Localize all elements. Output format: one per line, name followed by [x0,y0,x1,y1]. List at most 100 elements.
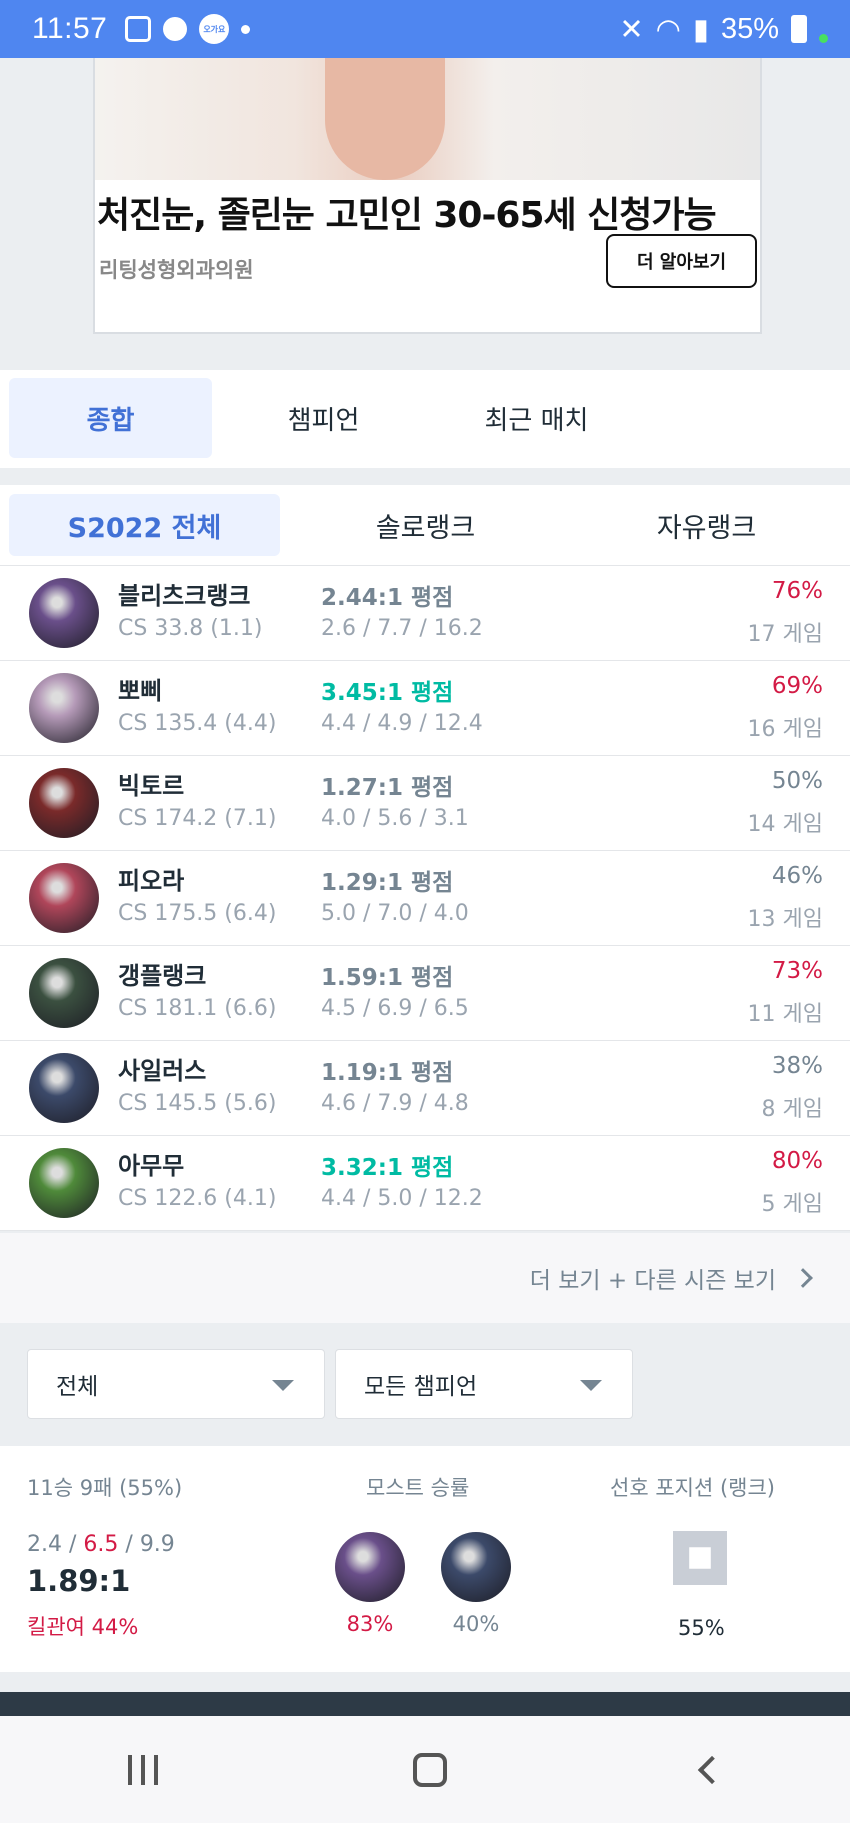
status-bar: 11:57 오가요 ✕ ◠ ▮ 35% [0,0,850,58]
phone-icon [163,17,188,41]
most-champion-avatar[interactable] [441,1532,511,1602]
champion-avatar [29,673,99,743]
home-icon[interactable] [412,1752,447,1787]
champion-games: 14 게임 [747,812,823,837]
tab-overview[interactable]: 종합 [9,378,212,458]
champion-avatar [29,1053,99,1123]
champion-games: 17 게임 [747,622,823,647]
champion-avatar [29,578,99,648]
ad-banner[interactable]: 처진눈, 졸린눈 고민인 30-65세 신청가능 리팅성형외과의원 더 알아보기 [93,58,762,334]
most-champion-avatar[interactable] [335,1532,405,1602]
champion-winrate: 69% [771,673,823,699]
champion-games: 13 게임 [747,907,823,932]
champion-stats-list: 블리츠크랭크 CS 33.8 (1.1) 2.44:1 평점 2.6 / 7.7 / … [0,566,850,1231]
signal-icon: ▮ [692,13,709,46]
tab-champions[interactable]: 챔피언 [222,378,425,458]
battery-percent: 35% [720,12,779,45]
champion-kda: 4.6 / 7.9 / 4.8 [321,1091,469,1116]
champion-kda-ratio: 1.19:1 평점 [321,1060,454,1086]
kda-ratio: 1.89:1 [27,1564,131,1598]
system-nav-bar [0,1716,850,1823]
recent-apps-icon[interactable] [127,1754,158,1785]
champion-winrate: 50% [771,768,823,794]
champion-row[interactable]: 블리츠크랭크 CS 33.8 (1.1) 2.44:1 평점 2.6 / 7.7 / … [0,566,850,661]
position-top-icon [673,1531,727,1585]
champion-row[interactable]: 피오라 CS 175.5 (6.4) 1.29:1 평점 5.0 / 7.0 / 4.… [0,851,850,946]
champion-filter-value: 모든 챔피언 [364,1374,478,1400]
mute-icon: ✕ [619,13,644,46]
back-icon[interactable] [698,1755,727,1784]
ad-image [95,58,760,180]
champion-kda: 5.0 / 7.0 / 4.0 [321,901,469,926]
champion-cs: CS 145.5 (5.6) [118,1091,277,1116]
most-champion-winrate: 83% [346,1612,394,1636]
queue-tab-all[interactable]: S2022 전체 [9,494,280,556]
ad-headline: 처진눈, 졸린눈 고민인 30-65세 신청가능 [97,195,717,236]
app-badge-icon: 오가요 [199,14,230,44]
champion-kda: 4.5 / 6.9 / 6.5 [321,996,469,1021]
champion-games: 16 게임 [747,717,823,742]
average-kda: 2.4 / 6.5 / 9.9 [27,1532,175,1557]
champion-winrate: 73% [771,958,823,984]
more-seasons-label: 더 보기 + 다른 시즌 보기 [529,1268,776,1294]
most-champion-winrate: 40% [452,1612,500,1636]
champion-name: 뽀삐 [118,677,163,705]
champion-name: 사일러스 [118,1057,207,1085]
champion-winrate: 80% [771,1148,823,1174]
champion-row[interactable]: 뽀삐 CS 135.4 (4.4) 3.45:1 평점 4.4 / 4.9 / 12.… [0,661,850,756]
champion-games: 5 게임 [761,1192,823,1217]
champion-row[interactable]: 아무무 CS 122.6 (4.1) 3.32:1 평점 4.4 / 5.0 / 12… [0,1136,850,1231]
notification-icons: 오가요 [125,14,251,44]
champion-name: 블리츠크랭크 [118,582,251,610]
bottom-dark-strip [0,1692,850,1716]
champion-filter-select[interactable]: 모든 챔피언 [335,1349,633,1419]
champion-kda: 4.4 / 4.9 / 12.4 [321,711,483,736]
summary-panel: 11승 9패 (55%) 2.4 / 6.5 / 9.9 1.89:1 킬관여 … [0,1446,850,1672]
champion-winrate: 76% [771,578,823,604]
champion-name: 피오라 [118,867,185,895]
champion-kda-ratio: 1.59:1 평점 [321,965,454,991]
champion-row[interactable]: 갱플랭크 CS 181.1 (6.6) 1.59:1 평점 4.5 / 6.9 / 6… [0,946,850,1041]
champion-kda-ratio: 3.45:1 평점 [321,680,454,706]
kill-participation: 킬관여 44% [27,1615,139,1639]
champion-kda-ratio: 3.32:1 평점 [321,1155,454,1181]
dropdown-arrow-icon [272,1380,294,1391]
champion-cs: CS 122.6 (4.1) [118,1186,277,1211]
filter-bar: 전체 모든 챔피언 [0,1323,850,1445]
champion-winrate: 46% [771,863,823,889]
more-seasons-link[interactable]: 더 보기 + 다른 시즌 보기 [0,1233,850,1323]
avg-kills: 2.4 [27,1532,62,1557]
champion-row[interactable]: 사일러스 CS 145.5 (5.6) 1.19:1 평점 4.6 / 7.9 / 4… [0,1041,850,1136]
avg-assists: 9.9 [139,1532,175,1557]
chevron-right-icon [793,1268,813,1288]
queue-filter-value: 전체 [56,1374,99,1400]
dropdown-arrow-icon [580,1380,602,1391]
ad-advertiser: 리팅성형외과의원 [99,258,254,282]
champion-kda: 4.4 / 5.0 / 12.2 [321,1186,483,1211]
position-winrate: 55% [678,1616,725,1640]
champion-cs: CS 174.2 (7.1) [118,806,277,831]
queue-tab-flex[interactable]: 자유랭크 [571,494,842,556]
champion-cs: CS 135.4 (4.4) [118,711,277,736]
win-loss-record: 11승 9패 (55%) [27,1476,183,1500]
champion-games: 8 게임 [761,1097,823,1122]
queue-filter-select[interactable]: 전체 [27,1349,325,1419]
ad-cta-button[interactable]: 더 알아보기 [606,234,757,288]
more-notifications-icon [241,24,251,34]
champion-kda-ratio: 2.44:1 평점 [321,585,454,611]
queue-tab-solo[interactable]: 솔로랭크 [290,494,561,556]
champion-kda: 4.0 / 5.6 / 3.1 [321,806,469,831]
champion-cs: CS 175.5 (6.4) [118,901,277,926]
champion-avatar [29,958,99,1028]
battery-icon [791,15,807,43]
tab-recent-matches[interactable]: 최근 매치 [435,378,638,458]
champion-kda: 2.6 / 7.7 / 16.2 [321,616,483,641]
champion-name: 빅토르 [118,772,185,800]
avg-deaths: 6.5 [83,1532,119,1557]
champion-kda-ratio: 1.29:1 평점 [321,870,454,896]
champion-row[interactable]: 빅토르 CS 174.2 (7.1) 1.27:1 평점 4.0 / 5.6 / 3.… [0,756,850,851]
system-icons: ✕ ◠ ▮ 35% [619,12,828,47]
champion-cs: CS 181.1 (6.6) [118,996,277,1021]
champion-avatar [29,768,99,838]
status-time: 11:57 [32,12,108,45]
